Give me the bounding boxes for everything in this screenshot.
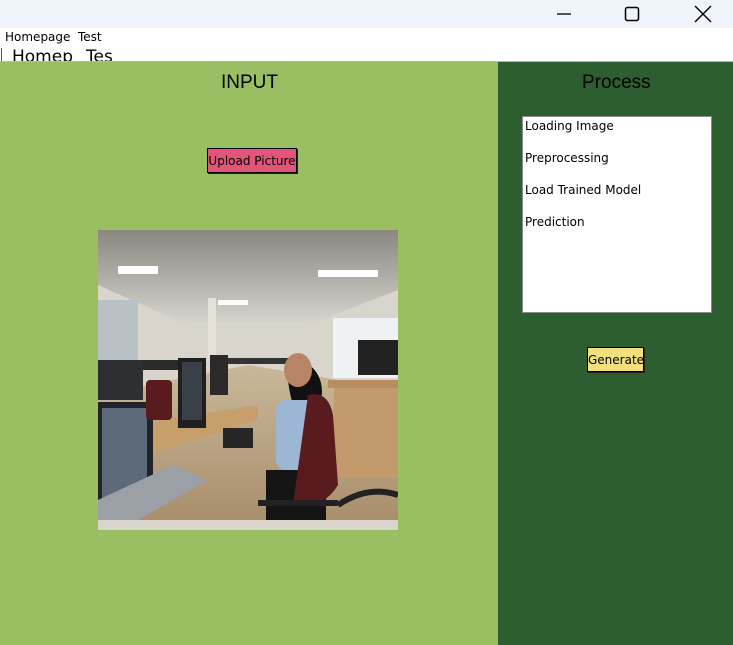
list-item[interactable]: Prediction xyxy=(525,215,585,229)
menu-homepage[interactable]: Homepage xyxy=(5,30,70,44)
minimize-button[interactable] xyxy=(541,0,587,28)
process-step-list[interactable]: Loading Image Preprocessing Load Trained… xyxy=(522,116,712,313)
maximize-icon xyxy=(624,6,640,22)
tab-border xyxy=(1,48,2,61)
tab-test[interactable]: Tes xyxy=(86,47,113,61)
minimize-icon xyxy=(557,13,571,15)
upload-picture-button[interactable]: Upload Picture xyxy=(207,148,297,173)
list-item[interactable]: Preprocessing xyxy=(525,151,609,165)
tab-strip: Homep Tes xyxy=(0,46,733,61)
uploaded-image xyxy=(98,230,398,530)
menu-bar: Homepage Test xyxy=(0,28,733,46)
computer-lab-photo xyxy=(98,230,398,530)
process-panel: Process Loading Image Preprocessing Load… xyxy=(498,62,733,645)
close-button[interactable] xyxy=(680,0,726,28)
list-item[interactable]: Load Trained Model xyxy=(525,183,641,197)
close-icon xyxy=(694,5,712,23)
maximize-button[interactable] xyxy=(609,0,655,28)
list-item[interactable]: Loading Image xyxy=(525,119,614,133)
input-title: INPUT xyxy=(221,72,278,93)
title-bar xyxy=(0,0,733,28)
menu-test[interactable]: Test xyxy=(78,30,102,44)
tab-homepage[interactable]: Homep xyxy=(12,47,73,61)
generate-button[interactable]: Generate xyxy=(587,347,644,372)
process-title: Process xyxy=(582,72,651,93)
input-panel: INPUT Upload Picture xyxy=(0,62,498,645)
